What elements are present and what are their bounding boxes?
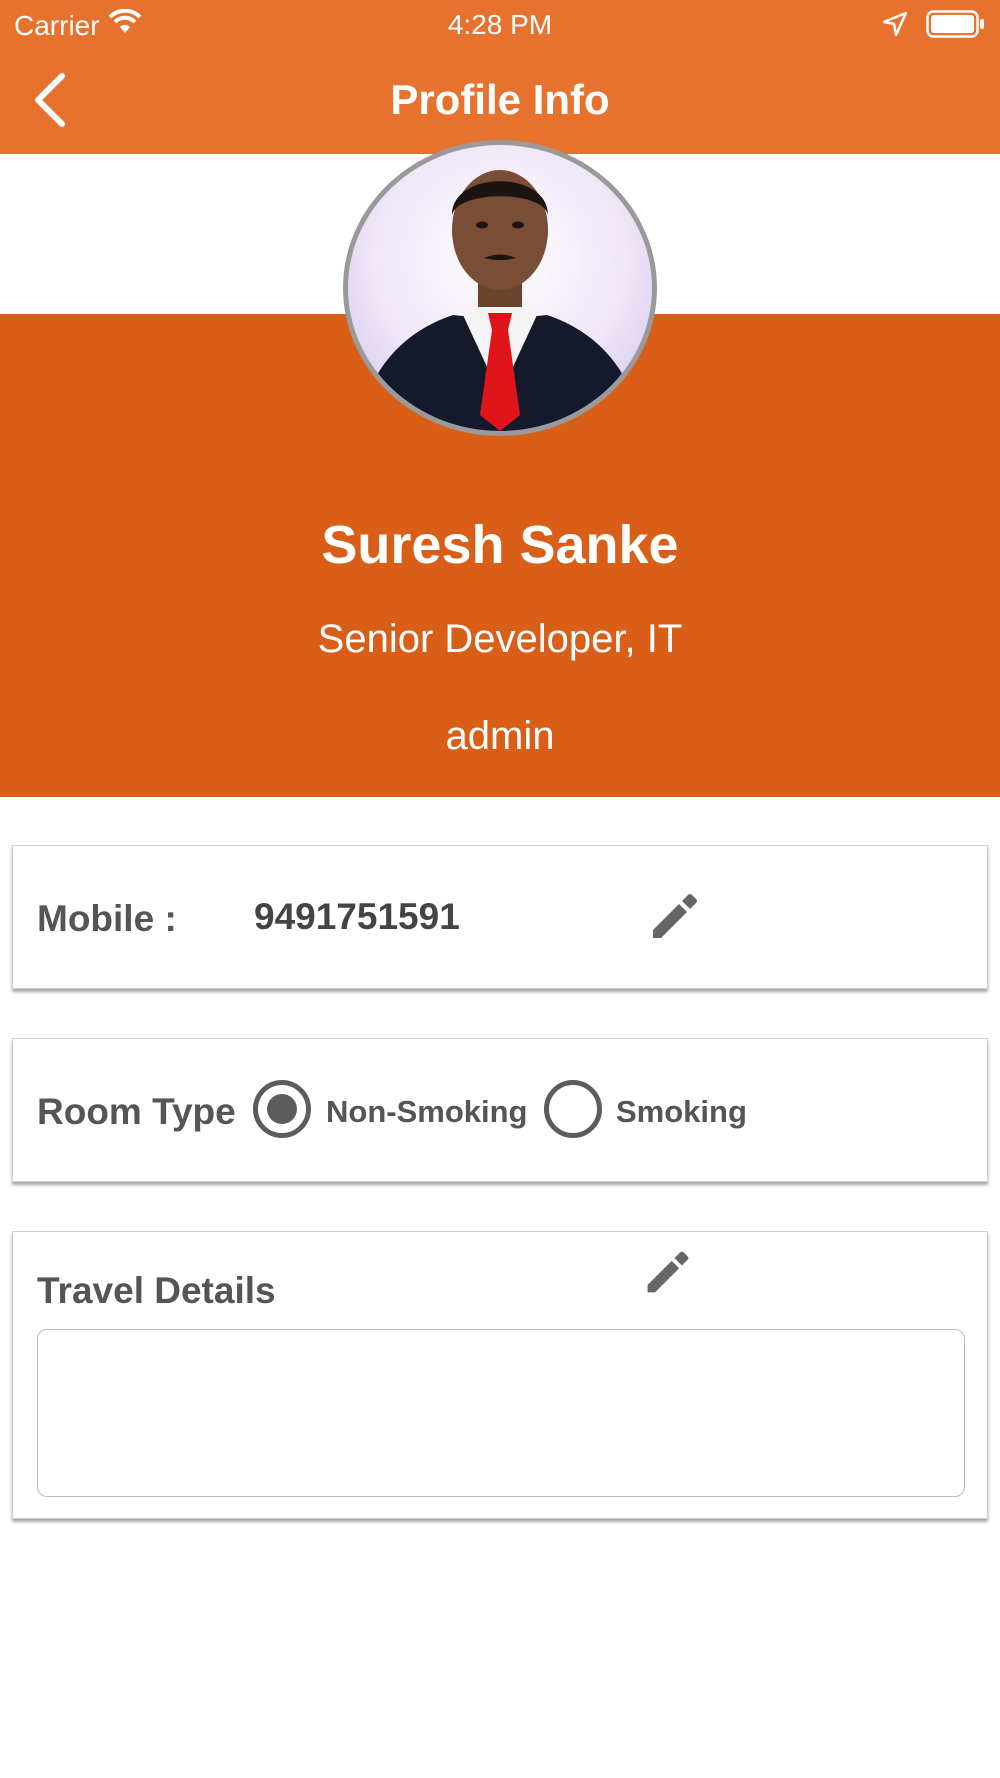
- radio-non-smoking[interactable]: [253, 1080, 311, 1138]
- edit-travel-button[interactable]: [638, 1242, 698, 1302]
- room-type-card: Room Type Non-Smoking Smoking: [12, 1038, 988, 1182]
- mobile-label: Mobile :: [37, 898, 177, 939]
- travel-details-textarea[interactable]: [37, 1329, 965, 1497]
- radio-smoking[interactable]: [544, 1080, 602, 1138]
- pencil-icon: [647, 1251, 689, 1293]
- status-right: [882, 10, 986, 45]
- profile-name: Suresh Sanke: [321, 515, 679, 575]
- room-type-label: Room Type: [37, 1091, 236, 1132]
- edit-mobile-button[interactable]: [645, 886, 705, 946]
- avatar-photo: [358, 170, 642, 431]
- radio-non-smoking-label[interactable]: Non-Smoking: [326, 1094, 528, 1130]
- mobile-card: Mobile : 9491751591: [12, 845, 988, 989]
- status-bar: Carrier 4:28 PM: [0, 0, 1000, 50]
- profile-role: Senior Developer, IT: [317, 617, 683, 661]
- battery-icon: [926, 10, 986, 45]
- radio-smoking-label[interactable]: Smoking: [616, 1094, 747, 1130]
- clock: 4:28 PM: [447, 9, 553, 40]
- avatar: [343, 140, 657, 436]
- location-arrow-icon: [882, 11, 908, 44]
- profile-username: admin: [445, 714, 555, 758]
- nav-bar: Profile Info: [0, 50, 1000, 154]
- travel-details-label: Travel Details: [37, 1270, 276, 1311]
- pencil-icon: [653, 894, 697, 938]
- page-title: Profile Info: [390, 76, 610, 123]
- mobile-value: 9491751591: [254, 896, 460, 937]
- travel-details-card: Travel Details: [12, 1231, 988, 1519]
